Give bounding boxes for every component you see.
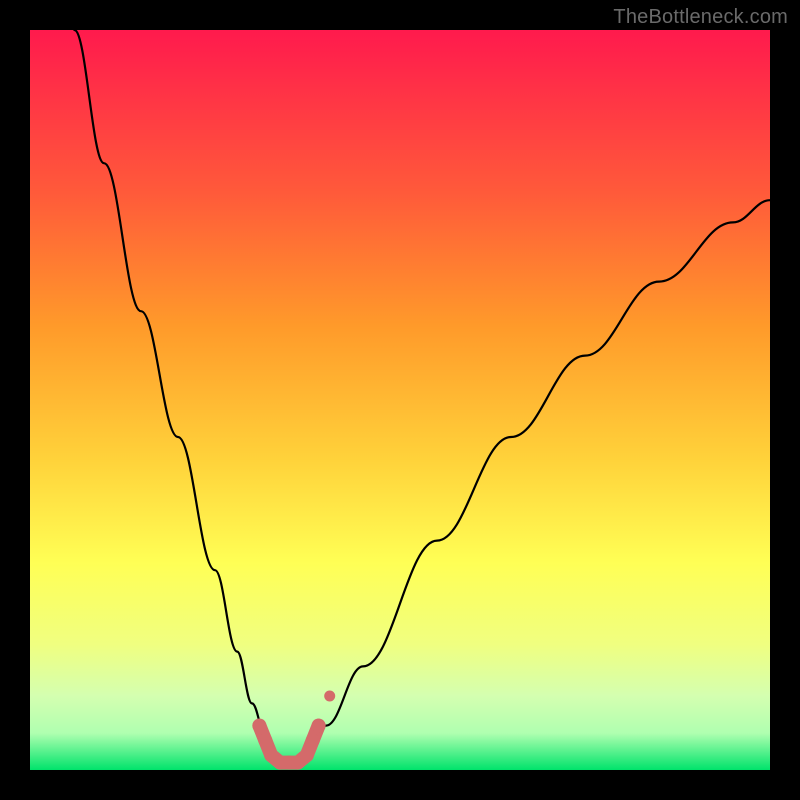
data-marker [306, 733, 320, 747]
data-marker [324, 691, 335, 702]
chart-stage: TheBottleneck.com [0, 0, 800, 800]
watermark-text: TheBottleneck.com [613, 6, 788, 29]
data-marker [252, 719, 266, 733]
bottleneck-chart [0, 0, 800, 800]
data-marker [300, 748, 314, 762]
gradient-background [30, 30, 770, 770]
data-marker [258, 733, 272, 747]
data-marker [312, 719, 326, 733]
